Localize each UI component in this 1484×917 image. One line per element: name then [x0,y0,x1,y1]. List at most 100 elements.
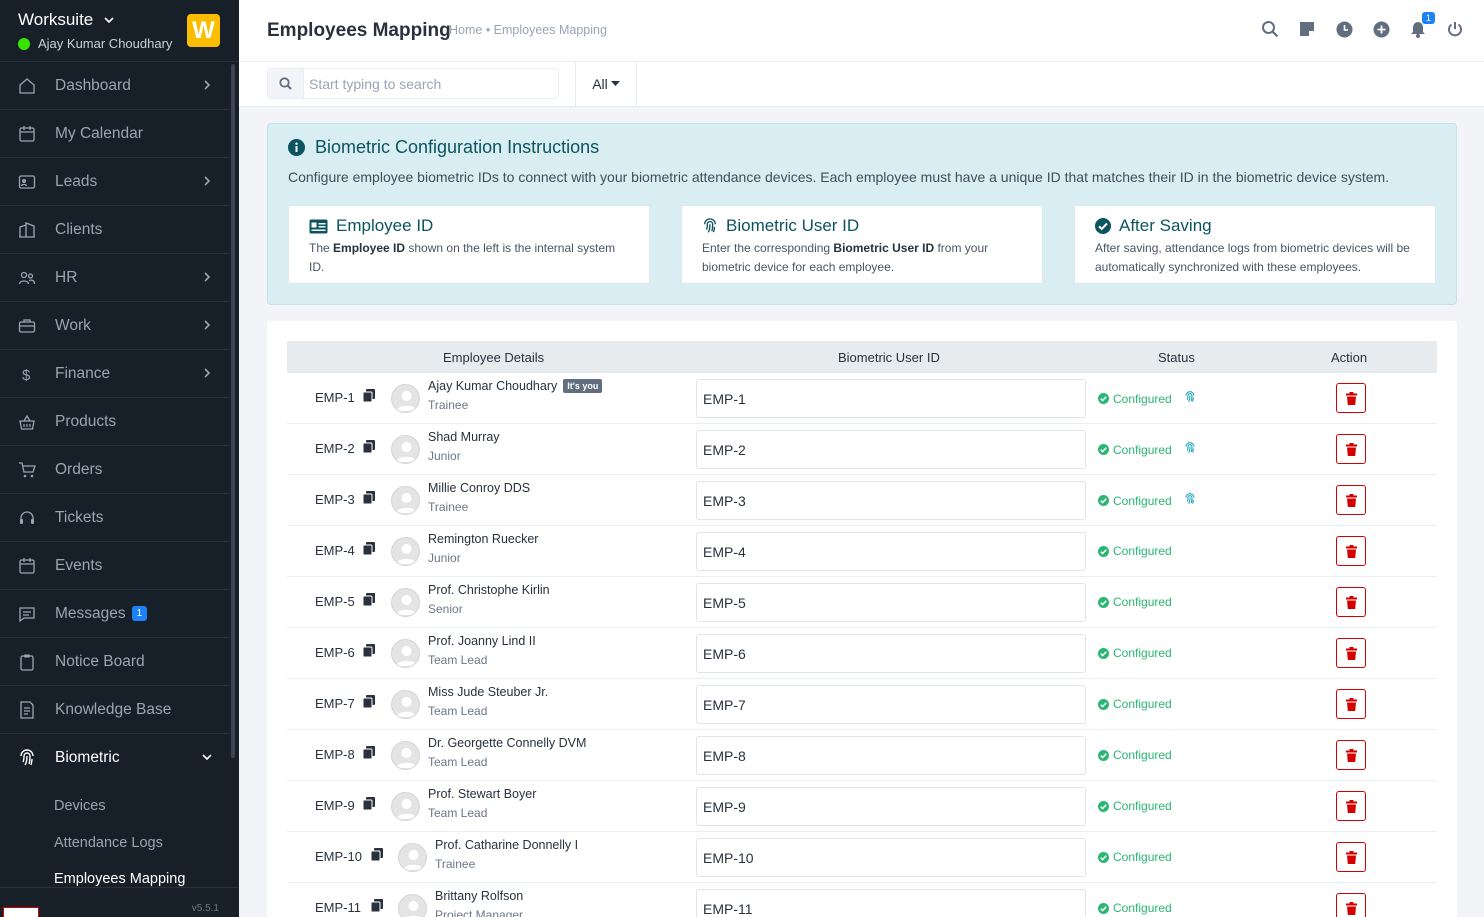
power-icon[interactable] [1446,20,1464,38]
sidebar-item-knowledge-base[interactable]: Knowledge Base [0,686,229,734]
breadcrumb[interactable]: Home • Employees Mapping [449,23,607,37]
sidebar-item-work[interactable]: Work [0,302,229,350]
copy-icon[interactable] [362,644,375,658]
employee-name[interactable]: Prof. Joanny Lind II [428,634,536,648]
avatar [391,537,420,566]
table-row: EMP-7 Miss Jude Steuber Jr. Team Lead Confi… [287,679,1437,730]
avatar [398,894,427,917]
search-input[interactable] [304,75,554,92]
delete-button[interactable] [1336,791,1366,821]
sidebar-subitem-attendance-logs[interactable]: Attendance Logs [0,825,239,862]
sticky-note-icon[interactable] [1298,20,1316,38]
biometric-user-id-input[interactable] [696,379,1086,418]
sidebar-item-orders[interactable]: Orders [0,446,229,494]
sidebar-item-leads[interactable]: Leads [0,158,229,206]
footer-icon[interactable] [3,907,39,917]
copy-icon[interactable] [362,695,375,709]
page-title: Employees Mapping [267,20,451,41]
biometric-user-id-input[interactable] [696,787,1086,826]
employee-name[interactable]: Millie Conroy DDS [428,481,530,495]
filter-all-dropdown[interactable]: All [575,62,637,106]
bell-icon[interactable]: 1 [1409,12,1435,38]
cart-icon [18,461,36,479]
copy-icon[interactable] [362,797,375,811]
employee-name[interactable]: Dr. Georgette Connelly DVM [428,736,586,750]
card-title: After Saving [1095,216,1415,236]
delete-button[interactable] [1336,536,1366,566]
table-row: EMP-6 Prof. Joanny Lind II Team Lead Config… [287,628,1437,679]
svg-text:$: $ [22,367,31,383]
sidebar-item-clients[interactable]: Clients [0,206,229,254]
copy-icon[interactable] [370,848,383,862]
document-icon [18,700,36,719]
delete-button[interactable] [1336,638,1366,668]
sidebar-item-messages[interactable]: Messages 1 [0,590,229,638]
biometric-user-id-input[interactable] [696,889,1086,917]
biometric-user-id-input[interactable] [696,634,1086,673]
delete-button[interactable] [1336,842,1366,872]
people-icon [18,269,36,287]
sidebar-item-products[interactable]: Products [0,398,229,446]
trash-icon [1345,544,1357,558]
table-row: EMP-11 Brittany Rolfson Project Manager Con… [287,883,1437,917]
employee-name[interactable]: Miss Jude Steuber Jr. [428,685,548,699]
biometric-user-id-input[interactable] [696,481,1086,520]
employee-name[interactable]: Brittany Rolfson [435,889,523,903]
add-circle-icon[interactable] [1372,20,1390,38]
search-icon [268,69,304,98]
sidebar-item-events[interactable]: Events [0,542,229,590]
avatar [391,792,420,821]
biometric-user-id-input[interactable] [696,685,1086,724]
employee-id: EMP-10 [315,849,362,864]
sidebar-item-hr[interactable]: HR [0,254,229,302]
delete-button[interactable] [1336,689,1366,719]
biometric-user-id-input[interactable] [696,430,1086,469]
sidebar-scrollbar[interactable] [231,64,235,758]
sidebar-header[interactable]: Worksuite Ajay Kumar Choudhary W [0,0,239,62]
copy-icon[interactable] [370,899,383,913]
instructions-title-text: Biometric Configuration Instructions [315,137,600,157]
delete-button[interactable] [1336,383,1366,413]
biometric-user-id-input[interactable] [696,532,1086,571]
delete-button[interactable] [1336,587,1366,617]
copy-icon[interactable] [362,542,375,556]
status-badge: Configured [1098,391,1196,406]
sidebar-item-tickets[interactable]: Tickets [0,494,229,542]
copy-icon[interactable] [362,593,375,607]
biometric-instructions: Biometric Configuration Instructions Con… [267,123,1457,305]
biometric-user-id-input[interactable] [696,838,1086,877]
copy-icon[interactable] [362,389,375,403]
delete-button[interactable] [1336,740,1366,770]
employee-name[interactable]: Prof. Catharine Donnelly I [435,838,578,852]
employee-name[interactable]: Prof. Christophe Kirlin [428,583,550,597]
sidebar-menu: Dashboard My Calendar Leads Clients HR Work $ F… [0,62,239,734]
search-icon[interactable] [1261,20,1279,38]
col-action: Action [1331,350,1368,365]
delete-button[interactable] [1336,485,1366,515]
copy-icon[interactable] [362,746,375,760]
sidebar-item-dashboard[interactable]: Dashboard [0,62,229,110]
biometric-user-id-input[interactable] [696,583,1086,622]
id-card-icon [18,173,36,191]
sidebar-item-notice-board[interactable]: Notice Board [0,638,229,686]
sidebar-item-my-calendar[interactable]: My Calendar [0,110,229,158]
sidebar-item-finance[interactable]: $ Finance [0,350,229,398]
employee-name[interactable]: Ajay Kumar Choudhary It's you [428,379,603,393]
status-badge: Configured [1098,646,1172,660]
user-name: Ajay Kumar Choudhary [38,36,173,51]
company-logo[interactable]: W [187,14,220,47]
sidebar-subitem-devices[interactable]: Devices [0,788,239,825]
employee-name[interactable]: Prof. Stewart Boyer [428,787,536,801]
search-box [267,68,559,99]
clock-icon[interactable] [1335,20,1353,38]
delete-button[interactable] [1336,893,1366,917]
sidebar-item-biometric[interactable]: Biometric [0,734,229,782]
copy-icon[interactable] [362,491,375,505]
table-row: EMP-1 Ajay Kumar Choudhary It's you Trainee… [287,373,1437,424]
employee-name[interactable]: Remington Ruecker [428,532,538,546]
delete-button[interactable] [1336,434,1366,464]
copy-icon[interactable] [362,440,375,454]
calendar-event-icon [18,557,36,575]
biometric-user-id-input[interactable] [696,736,1086,775]
employee-name[interactable]: Shad Murray [428,430,500,444]
